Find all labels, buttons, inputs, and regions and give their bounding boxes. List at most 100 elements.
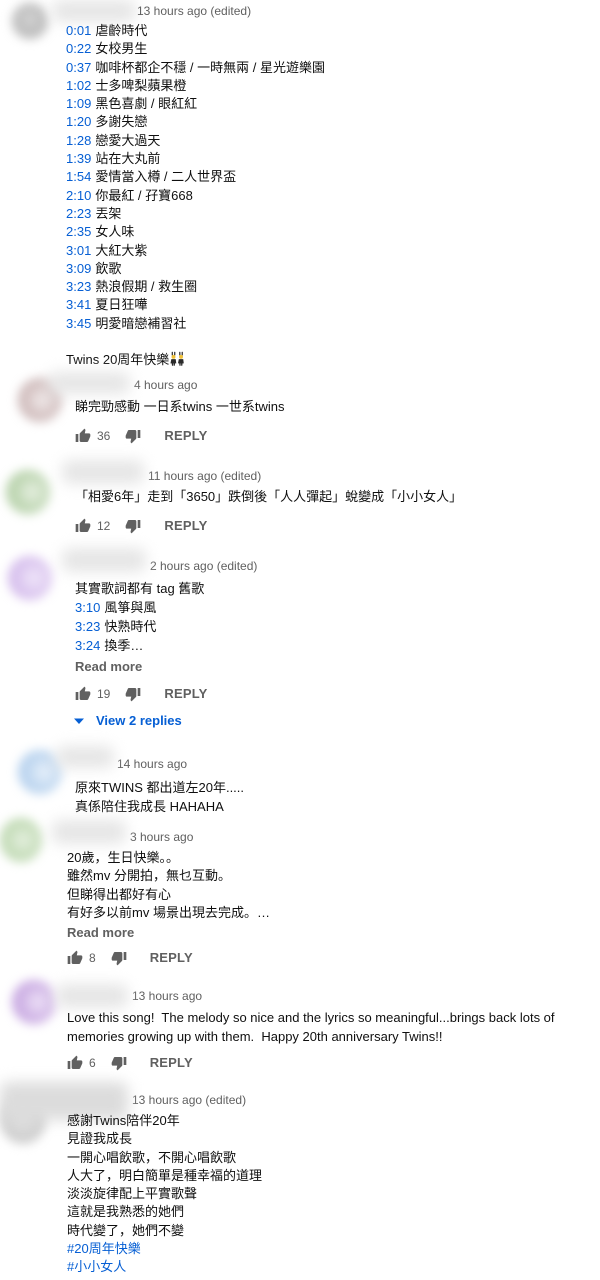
avatar[interactable] (6, 470, 50, 514)
author-name-redacted[interactable] (62, 548, 146, 572)
comment-line: 一開心唱飲歌，不開心唱飲歌 (67, 1149, 237, 1165)
timestamp-row: 1:20 多謝失戀 (66, 113, 325, 131)
timestamp-row: 0:37 咖啡杯都企不穩 / 一時無兩 / 星光遊樂園 (66, 59, 325, 77)
song-title: 你最紅 / 孖寶668 (95, 187, 193, 203)
reply-button[interactable]: REPLY (150, 949, 193, 967)
comment-time[interactable]: 14 hours ago (117, 756, 187, 772)
comment-time[interactable]: 11 hours ago (edited) (148, 468, 261, 484)
comment-line: 但睇得出都好有心 (67, 886, 172, 902)
song-title: 多謝失戀 (95, 114, 148, 130)
comment-time[interactable]: 13 hours ago (132, 988, 202, 1004)
like-count: 6 (89, 1056, 96, 1070)
timestamp-link[interactable]: 3:41 (66, 297, 91, 312)
comment-line: 見證我成長 (67, 1131, 133, 1147)
timestamp-link[interactable]: 1:20 (66, 114, 91, 129)
reply-button[interactable]: REPLY (164, 427, 207, 445)
hashtag-link[interactable]: #20周年快樂 (67, 1241, 141, 1256)
timestamp-link[interactable]: 3:01 (66, 243, 91, 258)
timestamp-link[interactable]: 1:39 (66, 151, 91, 166)
comment-text: 睇完勁感動 一日系twins 一世系twins (75, 399, 285, 414)
comment-line: 這就是我熟悉的她們 (67, 1204, 185, 1220)
reply-button[interactable]: REPLY (164, 517, 207, 535)
song-title: 熱浪假期 / 救生圈 (95, 279, 198, 295)
timestamp-link[interactable]: 0:01 (66, 23, 91, 38)
avatar[interactable] (0, 818, 42, 862)
author-name-redacted[interactable] (52, 820, 126, 844)
timestamp-link[interactable]: 1:28 (66, 133, 91, 148)
song-title: 丟架 (95, 205, 122, 221)
timestamp-row: 3:23 快熟時代 (75, 617, 204, 636)
comment-body: 0:01 虐齡時代 0:22 女校男生 0:37 咖啡杯都企不穩 / 一時無兩 / 星… (66, 22, 325, 333)
reply-button[interactable]: REPLY (164, 685, 207, 703)
thumbs-up-icon[interactable] (75, 518, 91, 534)
timestamp-row: 2:23 丟架 (66, 205, 325, 223)
timestamp-link[interactable]: 1:02 (66, 78, 91, 93)
author-name-redacted[interactable] (56, 746, 114, 768)
song-title: 戀愛大過天 (95, 132, 161, 148)
comment-time[interactable]: 13 hours ago (edited) (137, 3, 251, 19)
read-more-link[interactable]: Read more (75, 658, 142, 676)
thumbs-down-icon[interactable] (125, 686, 141, 702)
hashtag-link[interactable]: #小小女人 (67, 1259, 126, 1274)
song-title: 換季… (104, 638, 144, 653)
author-name-redacted[interactable] (62, 460, 144, 484)
song-title: 飲歌 (95, 260, 122, 276)
avatar[interactable] (12, 980, 56, 1024)
timestamp-row: 0:22 女校男生 (66, 40, 325, 58)
timestamp-row: 3:10 風箏與風 (75, 598, 204, 617)
comment-line: 人大了，明白簡單是種幸福的道理 (67, 1167, 263, 1183)
comment-time[interactable]: 13 hours ago (edited) (132, 1092, 246, 1108)
timestamp-link[interactable]: 3:24 (75, 638, 100, 653)
timestamp-link[interactable]: 2:35 (66, 224, 91, 239)
avatar[interactable] (8, 556, 52, 600)
thumbs-down-icon[interactable] (125, 518, 141, 534)
thumbs-up-icon[interactable] (67, 1055, 83, 1071)
timestamp-link[interactable]: 3:10 (75, 600, 100, 615)
timestamp-row: 3:09 飲歌 (66, 260, 325, 278)
author-name-redacted[interactable] (48, 372, 130, 394)
timestamp-row: 3:41 夏日狂嘩 (66, 296, 325, 314)
comment-body: 其實歌詞都有 tag 舊歌 3:10 風箏與風 3:23 快熟時代 3:24 換季… (75, 579, 204, 655)
timestamp-row: 1:28 戀愛大過天 (66, 132, 325, 150)
thumbs-up-icon[interactable] (75, 686, 91, 702)
comment-time[interactable]: 4 hours ago (134, 377, 197, 393)
timestamp-link[interactable]: 3:23 (66, 279, 91, 294)
author-name-redacted[interactable] (52, 0, 136, 22)
timestamp-link[interactable]: 1:54 (66, 169, 91, 184)
like-count: 36 (97, 429, 111, 443)
timestamp-link[interactable]: 0:37 (66, 60, 91, 75)
song-title: 女校男生 (95, 41, 148, 57)
timestamp-link[interactable]: 3:23 (75, 619, 100, 634)
timestamp-link[interactable]: 0:22 (66, 41, 91, 56)
comment-body: 原來TWINS 都出道左20年..... 真係陪住我成長 HAHAHA (75, 778, 244, 816)
timestamp-link[interactable]: 3:45 (66, 316, 91, 331)
timestamp-link[interactable]: 3:09 (66, 261, 91, 276)
song-title: 黑色喜劇 / 眼紅紅 (95, 96, 198, 112)
author-name-redacted[interactable] (56, 984, 128, 1008)
closing-text: Twins 20周年快樂 (66, 352, 170, 367)
thumbs-down-icon[interactable] (125, 428, 141, 444)
comment-time[interactable]: 3 hours ago (130, 829, 193, 845)
read-more-link[interactable]: Read more (67, 924, 134, 942)
song-title: 站在大丸前 (95, 151, 161, 167)
view-replies-button[interactable]: View 2 replies (74, 712, 182, 730)
thumbs-up-icon[interactable] (67, 950, 83, 966)
timestamp-link[interactable]: 2:10 (66, 188, 91, 203)
reply-button[interactable]: REPLY (150, 1054, 193, 1072)
comment-line: Love this song! The melody so nice and t… (67, 1010, 555, 1025)
like-count: 19 (97, 687, 111, 701)
song-title: 士多啤梨蘋果橙 (95, 77, 187, 93)
timestamp-row: 3:45 明愛暗戀補習社 (66, 315, 325, 333)
song-title: 風箏與風 (104, 600, 157, 615)
thumbs-down-icon[interactable] (111, 1055, 127, 1071)
view-replies-label: View 2 replies (96, 713, 182, 728)
timestamp-link[interactable]: 2:23 (66, 206, 91, 221)
comment-time[interactable]: 2 hours ago (edited) (150, 558, 257, 574)
timestamp-row: 3:24 換季… (75, 636, 204, 655)
thumbs-up-icon[interactable] (75, 428, 91, 444)
thumbs-down-icon[interactable] (111, 950, 127, 966)
avatar[interactable] (12, 3, 48, 39)
comment-line: 時代變了，她們不變 (67, 1222, 185, 1238)
comment-body: 20歲，生日快樂。。 雖然mv 分開拍，無乜互動。 但睇得出都好有心 有好多以前… (67, 849, 270, 922)
timestamp-link[interactable]: 1:09 (66, 96, 91, 111)
